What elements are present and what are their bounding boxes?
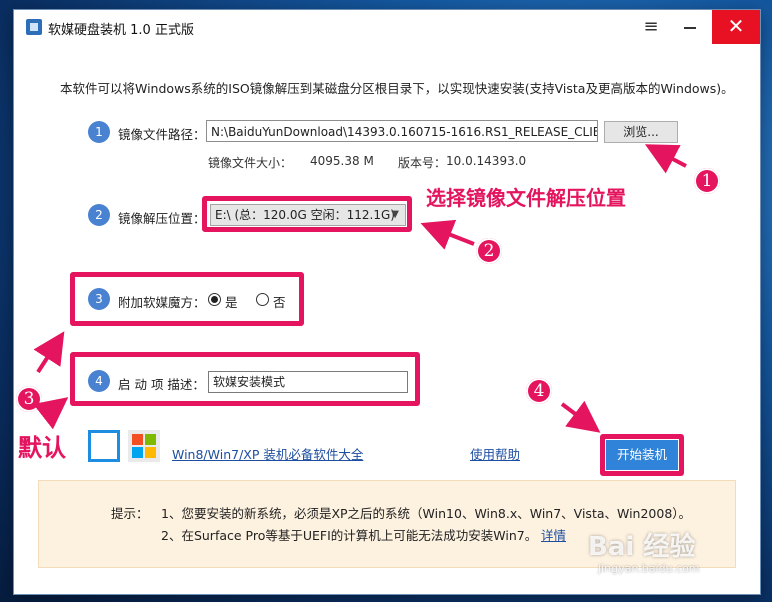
annotation-arrows [33, 144, 687, 433]
baidu-watermark-url: jingyan.baidu.com [598, 562, 700, 575]
arrow-to-browse [644, 144, 687, 174]
arrow-to-mofang [33, 331, 65, 374]
arrow-to-start [560, 400, 601, 433]
arrow-to-boot [33, 397, 69, 430]
baidu-watermark: Bai 经验 [588, 532, 696, 562]
arrow-to-extract [420, 219, 475, 250]
